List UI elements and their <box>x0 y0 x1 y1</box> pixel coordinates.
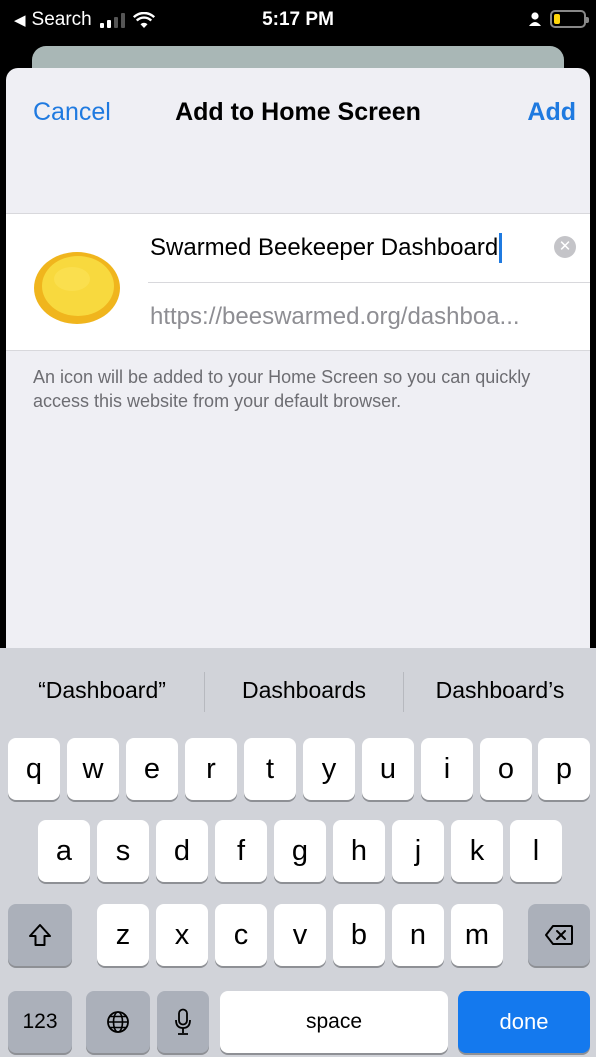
key-x[interactable]: x <box>156 904 208 966</box>
space-key[interactable]: space <box>220 991 448 1053</box>
sheet-title: Add to Home Screen <box>175 98 421 126</box>
key-z[interactable]: z <box>97 904 149 966</box>
add-button[interactable]: Add <box>527 98 576 127</box>
suggestion-bar: “Dashboard” Dashboards Dashboard’s <box>0 648 596 732</box>
key-c[interactable]: c <box>215 904 267 966</box>
person-icon <box>529 12 541 26</box>
url-label: https://beeswarmed.org/dashboa... <box>150 303 520 330</box>
status-bar: ◀ Search 5:17 PM <box>0 0 596 42</box>
name-input-value: Swarmed Beekeeper Dashboard <box>150 234 499 261</box>
key-h[interactable]: h <box>333 820 385 882</box>
key-y[interactable]: y <box>303 738 355 800</box>
globe-key[interactable] <box>86 991 150 1053</box>
key-m[interactable]: m <box>451 904 503 966</box>
done-key[interactable]: done <box>458 991 590 1053</box>
globe-icon <box>107 1011 129 1033</box>
site-icon <box>34 252 120 324</box>
microphone-key[interactable] <box>157 991 209 1053</box>
backspace-icon <box>545 925 573 945</box>
clear-text-icon[interactable]: ✕ <box>554 236 576 258</box>
key-u[interactable]: u <box>362 738 414 800</box>
key-f[interactable]: f <box>215 820 267 882</box>
key-i[interactable]: i <box>421 738 473 800</box>
shift-arrow-icon <box>29 924 51 946</box>
key-r[interactable]: r <box>185 738 237 800</box>
battery-icon <box>550 10 589 28</box>
key-w[interactable]: w <box>67 738 119 800</box>
key-e[interactable]: e <box>126 738 178 800</box>
bookmark-card: Swarmed Beekeeper Dashboard ✕ https://be… <box>6 213 590 351</box>
description-text: An icon will be added to your Home Scree… <box>33 367 531 411</box>
name-input[interactable]: Swarmed Beekeeper Dashboard <box>150 233 503 263</box>
key-k[interactable]: k <box>451 820 503 882</box>
backspace-key[interactable] <box>528 904 590 966</box>
key-o[interactable]: o <box>480 738 532 800</box>
key-b[interactable]: b <box>333 904 385 966</box>
key-d[interactable]: d <box>156 820 208 882</box>
key-q[interactable]: q <box>8 738 60 800</box>
key-a[interactable]: a <box>38 820 90 882</box>
status-time: 5:17 PM <box>262 9 334 30</box>
suggestion-2[interactable]: Dashboards <box>205 648 403 732</box>
numbers-key[interactable]: 123 <box>8 991 72 1053</box>
key-v[interactable]: v <box>274 904 326 966</box>
text-caret <box>499 233 503 263</box>
suggestion-3[interactable]: Dashboard’s <box>404 648 596 732</box>
key-t[interactable]: t <box>244 738 296 800</box>
key-j[interactable]: j <box>392 820 444 882</box>
suggestion-1[interactable]: “Dashboard” <box>0 648 204 732</box>
name-field-row: Swarmed Beekeeper Dashboard ✕ <box>148 214 590 283</box>
key-s[interactable]: s <box>97 820 149 882</box>
shift-key[interactable] <box>8 904 72 966</box>
nav-bar: Cancel Add to Home Screen Add <box>6 68 590 158</box>
keyboard: “Dashboard” Dashboards Dashboard’s q w e… <box>0 648 596 1057</box>
key-l[interactable]: l <box>510 820 562 882</box>
key-p[interactable]: p <box>538 738 590 800</box>
key-g[interactable]: g <box>274 820 326 882</box>
status-right <box>528 10 589 28</box>
key-n[interactable]: n <box>392 904 444 966</box>
microphone-icon <box>175 1008 191 1035</box>
